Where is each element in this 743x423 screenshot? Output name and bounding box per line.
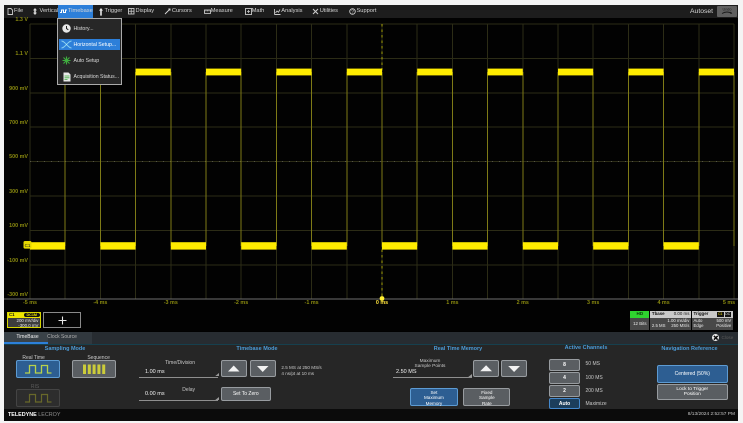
- svg-text:C1: C1: [25, 243, 31, 248]
- svg-text:?: ?: [351, 9, 354, 15]
- svg-text:Undo: Undo: [722, 8, 731, 12]
